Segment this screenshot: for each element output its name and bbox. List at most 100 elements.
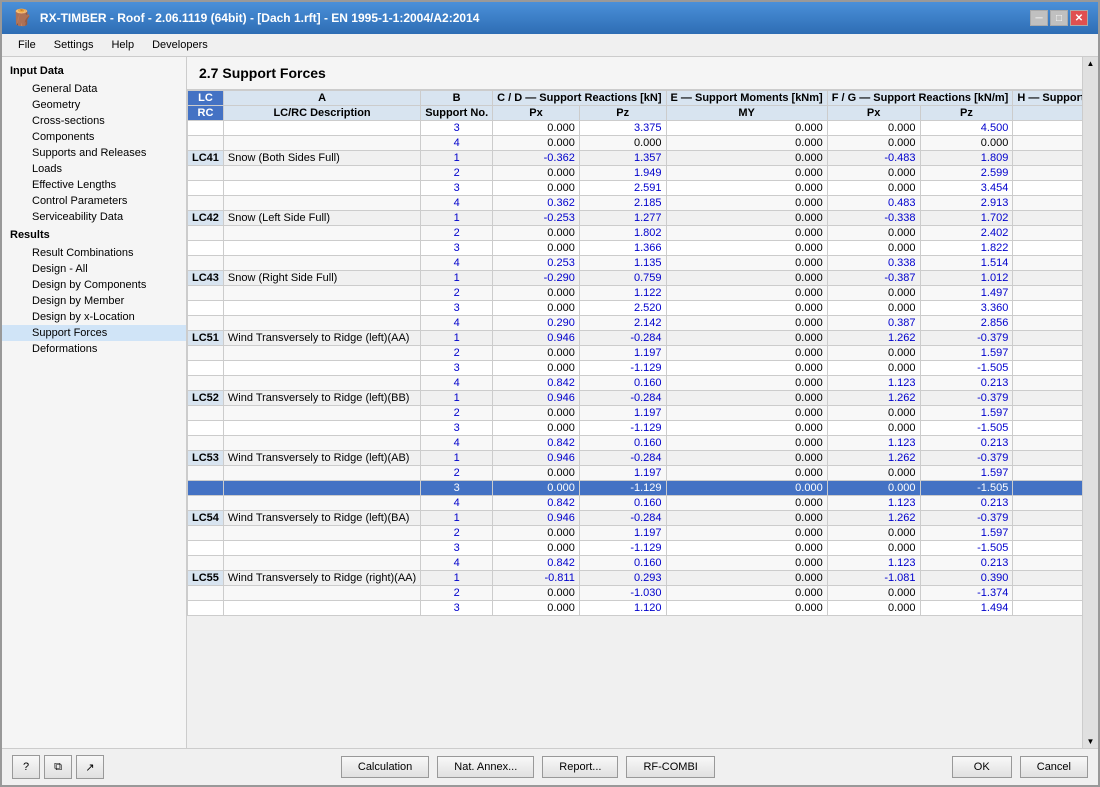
cell-description: Snow (Left Side Full) — [223, 211, 420, 226]
cell-pz1: -0.284 — [579, 391, 666, 406]
col-subheader-my2: MY — [1013, 106, 1082, 121]
cell-px2: 1.262 — [827, 331, 920, 346]
export-button[interactable]: ↗ — [76, 755, 104, 779]
cell-pz2: 1.494 — [920, 601, 1013, 616]
cell-pz2: 0.213 — [920, 556, 1013, 571]
cell-support-no: 2 — [421, 286, 493, 301]
cell-px1: 0.000 — [493, 526, 580, 541]
cell-description — [223, 196, 420, 211]
cell-px1: 0.000 — [493, 406, 580, 421]
cell-my2: 0.000 — [1013, 601, 1082, 616]
cell-support-no: 3 — [421, 601, 493, 616]
cell-px2: 0.000 — [827, 481, 920, 496]
scroll-up-button[interactable]: ▲ — [1085, 57, 1097, 70]
sidebar-item-control-parameters[interactable]: Control Parameters — [2, 193, 186, 209]
menu-settings[interactable]: Settings — [46, 36, 102, 54]
cell-my2: 0.000 — [1013, 181, 1082, 196]
cell-lc — [188, 196, 224, 211]
sidebar-item-loads[interactable]: Loads — [2, 161, 186, 177]
cell-pz1: -1.129 — [579, 361, 666, 376]
cell-pz2: 1.497 — [920, 286, 1013, 301]
sidebar-item-geometry[interactable]: Geometry — [2, 97, 186, 113]
cell-px1: 0.000 — [493, 361, 580, 376]
cell-my1: 0.000 — [666, 541, 827, 556]
cell-px2: 0.000 — [827, 166, 920, 181]
cell-px1: -0.253 — [493, 211, 580, 226]
cell-description — [223, 556, 420, 571]
report-button[interactable]: Report... — [542, 756, 618, 778]
ok-button[interactable]: OK — [952, 756, 1012, 778]
cell-px1: 0.000 — [493, 166, 580, 181]
cell-description — [223, 466, 420, 481]
sidebar-item-support-forces[interactable]: Support Forces — [2, 325, 186, 341]
sidebar-item-design-all[interactable]: Design - All — [2, 261, 186, 277]
cell-lc: LC51 — [188, 331, 224, 346]
cell-my2: 0.000 — [1013, 466, 1082, 481]
scroll-down-button[interactable]: ▼ — [1085, 735, 1097, 748]
close-button[interactable]: ✕ — [1070, 10, 1088, 26]
cell-px1: 0.000 — [493, 586, 580, 601]
cell-support-no: 3 — [421, 241, 493, 256]
cell-pz2: 2.913 — [920, 196, 1013, 211]
cell-support-no: 2 — [421, 226, 493, 241]
scrollbar-vertical[interactable]: ▲ ▼ — [1082, 57, 1098, 748]
rf-combi-button[interactable]: RF-COMBI — [626, 756, 714, 778]
cell-px2: 1.262 — [827, 511, 920, 526]
menu-file[interactable]: File — [10, 36, 44, 54]
sidebar-section-results: Results — [2, 225, 186, 245]
cell-my2: 0.000 — [1013, 256, 1082, 271]
sidebar-item-supports-releases[interactable]: Supports and Releases — [2, 145, 186, 161]
cell-lc — [188, 346, 224, 361]
cell-pz1: 0.160 — [579, 376, 666, 391]
menu-help[interactable]: Help — [103, 36, 142, 54]
cell-pz2: 1.822 — [920, 241, 1013, 256]
help-button[interactable]: ? — [12, 755, 40, 779]
cell-pz2: -1.505 — [920, 361, 1013, 376]
calculation-button[interactable]: Calculation — [341, 756, 429, 778]
sidebar-item-design-components[interactable]: Design by Components — [2, 277, 186, 293]
cell-px2: -1.081 — [827, 571, 920, 586]
cell-support-no: 4 — [421, 316, 493, 331]
cell-pz1: 2.185 — [579, 196, 666, 211]
cell-px1: 0.000 — [493, 136, 580, 151]
minimize-button[interactable]: ─ — [1030, 10, 1048, 26]
cell-my2: 0.000 — [1013, 286, 1082, 301]
col-header-e: E — Support Moments [kNm] — [666, 91, 827, 106]
cell-my2: 0.000 — [1013, 586, 1082, 601]
cell-support-no: 4 — [421, 376, 493, 391]
nat-annex-button[interactable]: Nat. Annex... — [437, 756, 534, 778]
cancel-button[interactable]: Cancel — [1020, 756, 1088, 778]
cell-my1: 0.000 — [666, 301, 827, 316]
dialog-buttons: OK Cancel — [952, 756, 1088, 778]
cell-my1: 0.000 — [666, 121, 827, 136]
cell-support-no: 2 — [421, 166, 493, 181]
table-container[interactable]: LC A B C / D — Support Reactions [kN] E … — [187, 90, 1082, 748]
sidebar-item-components[interactable]: Components — [2, 129, 186, 145]
sidebar-item-serviceability[interactable]: Serviceability Data — [2, 209, 186, 225]
col-subheader-pz1: Pz — [579, 106, 666, 121]
cell-lc — [188, 406, 224, 421]
copy-button[interactable]: ⧉ — [44, 755, 72, 779]
cell-px1: 0.000 — [493, 601, 580, 616]
cell-support-no: 1 — [421, 331, 493, 346]
sidebar-item-deformations[interactable]: Deformations — [2, 341, 186, 357]
cell-description: Snow (Both Sides Full) — [223, 151, 420, 166]
cell-lc — [188, 586, 224, 601]
cell-pz2: -1.505 — [920, 541, 1013, 556]
cell-description: Snow (Right Side Full) — [223, 271, 420, 286]
cell-px1: -0.362 — [493, 151, 580, 166]
cell-px1: 0.946 — [493, 391, 580, 406]
sidebar-item-design-member[interactable]: Design by Member — [2, 293, 186, 309]
maximize-button[interactable]: □ — [1050, 10, 1068, 26]
sidebar-item-result-combinations[interactable]: Result Combinations — [2, 245, 186, 261]
cell-pz1: 1.197 — [579, 526, 666, 541]
sidebar-item-design-x-location[interactable]: Design by x-Location — [2, 309, 186, 325]
sidebar-item-cross-sections[interactable]: Cross-sections — [2, 113, 186, 129]
sidebar-item-effective-lengths[interactable]: Effective Lengths — [2, 177, 186, 193]
cell-px2: 0.338 — [827, 256, 920, 271]
cell-pz2: 4.500 — [920, 121, 1013, 136]
cell-lc — [188, 166, 224, 181]
sidebar-item-general-data[interactable]: General Data — [2, 81, 186, 97]
menu-developers[interactable]: Developers — [144, 36, 216, 54]
cell-my2: 0.000 — [1013, 166, 1082, 181]
